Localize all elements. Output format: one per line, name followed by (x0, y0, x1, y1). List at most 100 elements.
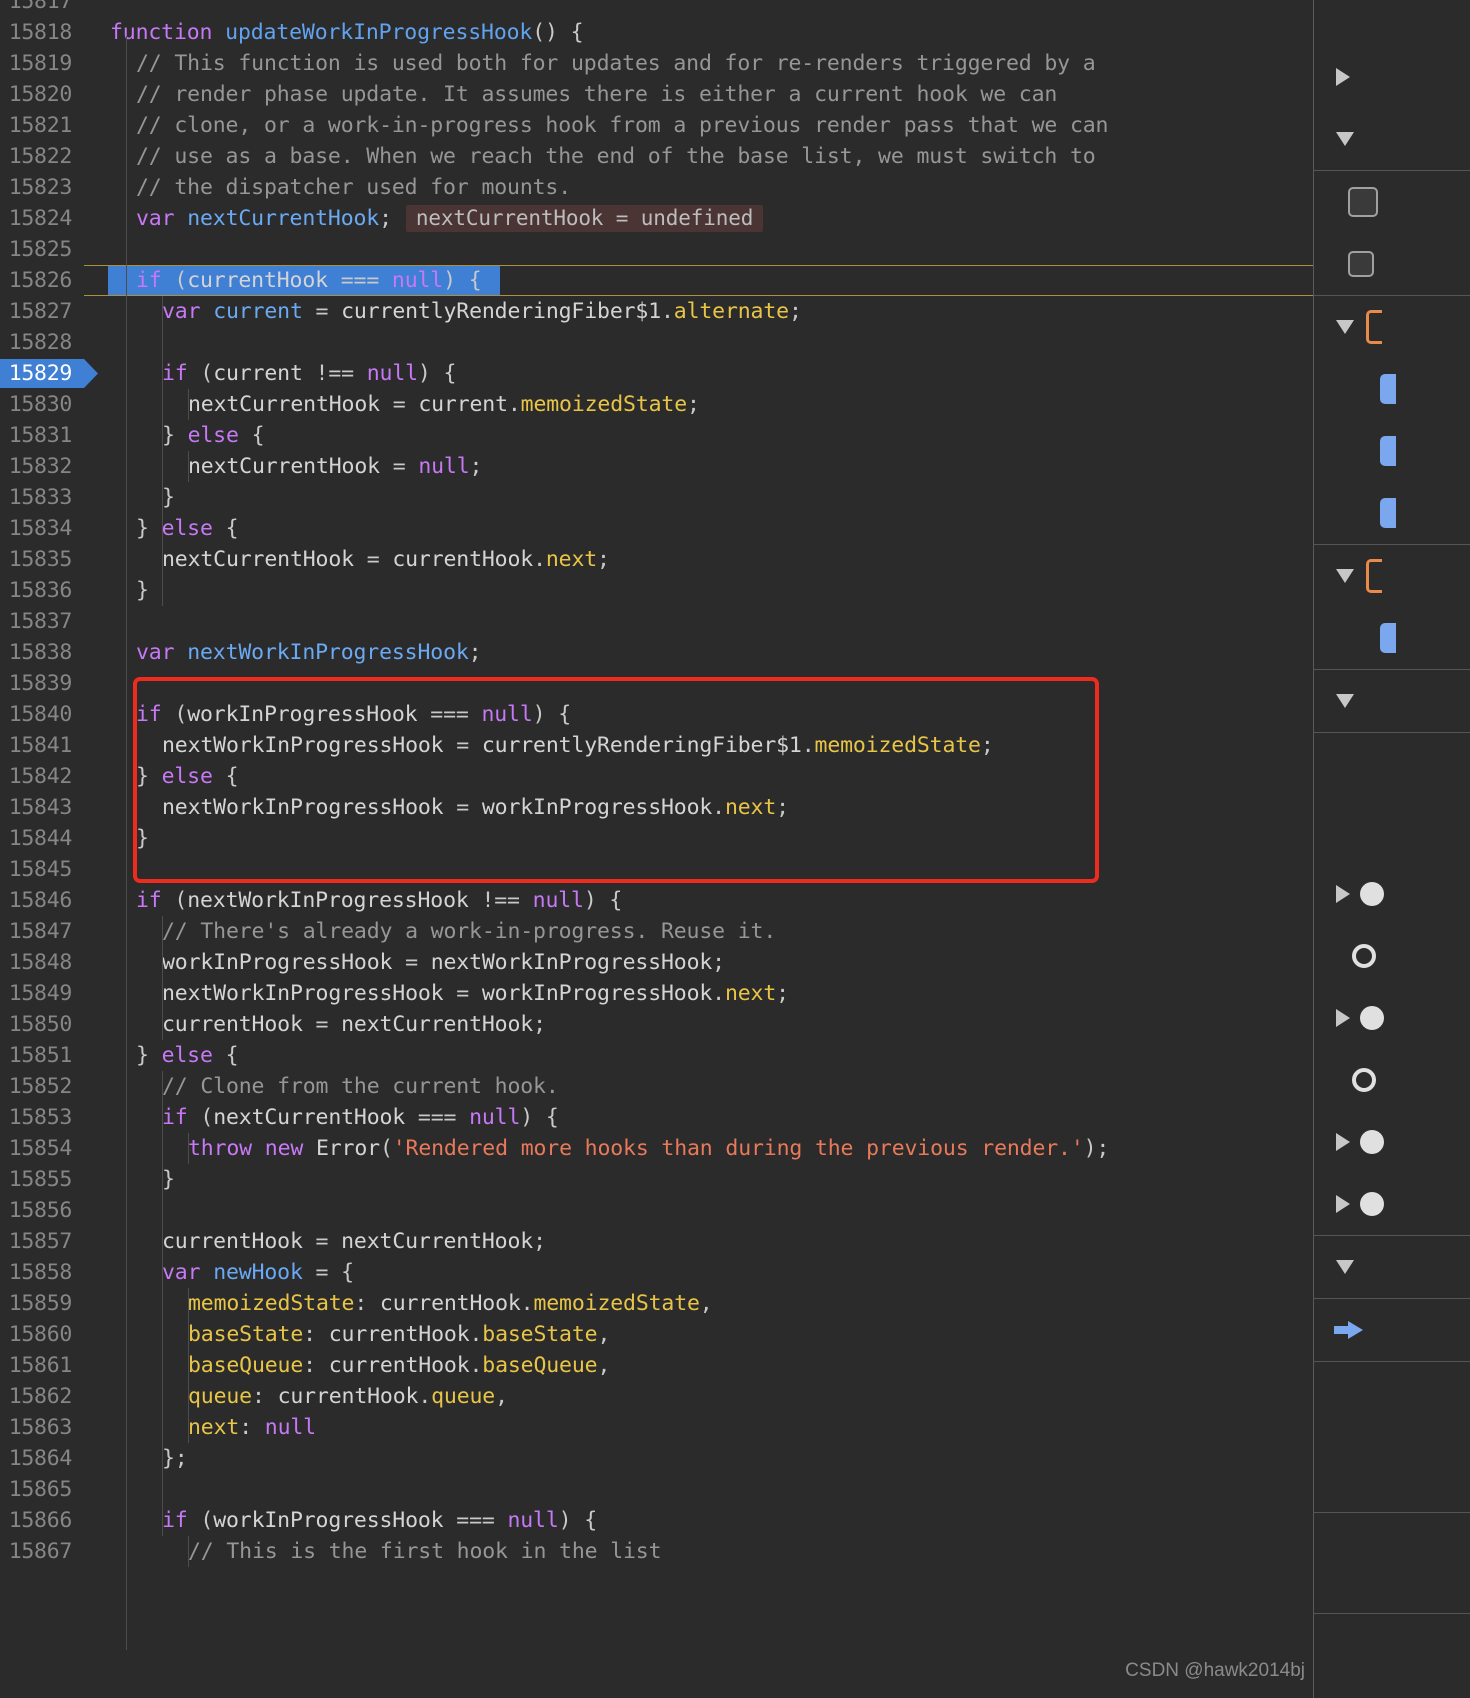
panel-row-collapse[interactable] (1314, 108, 1470, 170)
line-number[interactable]: 15827 (0, 296, 84, 327)
line-number[interactable]: 15849 (0, 978, 84, 1009)
code-line[interactable]: 15834} else { (0, 513, 1313, 544)
line-number[interactable]: 15834 (0, 513, 84, 544)
panel-section-scope-1[interactable] (1314, 296, 1470, 545)
line-number[interactable]: 15864 (0, 1443, 84, 1474)
code-text[interactable]: nextWorkInProgressHook = workInProgressH… (84, 792, 1313, 823)
code-text[interactable] (84, 1474, 1313, 1505)
checkbox-icon[interactable] (1348, 187, 1378, 217)
line-number[interactable]: 15840 (0, 699, 84, 730)
line-number[interactable]: 15829 (0, 358, 84, 389)
code-line[interactable]: 15821 // clone, or a work-in-progress hoo… (0, 110, 1313, 141)
code-text[interactable]: if (nextWorkInProgressHook !== null) { (84, 885, 1313, 916)
code-text[interactable]: // This function is used both for update… (84, 48, 1313, 79)
code-line[interactable]: 15854 throw new Error('Rendered more hook… (0, 1133, 1313, 1164)
code-text[interactable]: } else { (84, 761, 1313, 792)
code-line[interactable]: 15837 (0, 606, 1313, 637)
panel-section-checkboxes[interactable] (1314, 171, 1470, 296)
code-text[interactable]: // use as a base. When we reach the end … (84, 141, 1313, 172)
code-line[interactable]: 15846 if (nextWorkInProgressHook !== null… (0, 885, 1313, 916)
panel-row-scope-header-3[interactable] (1314, 670, 1470, 732)
code-line[interactable]: 15818 function updateWorkInProgressHook()… (0, 17, 1313, 48)
code-text[interactable]: // clone, or a work-in-progress hook fro… (84, 110, 1313, 141)
code-text[interactable]: baseQueue: currentHook.baseQueue, (84, 1350, 1313, 1381)
line-number[interactable]: 15858 (0, 1257, 84, 1288)
line-number[interactable]: 15843 (0, 792, 84, 823)
line-number[interactable]: 15853 (0, 1102, 84, 1133)
code-line[interactable]: 15853 if (nextCurrentHook === null) { (0, 1102, 1313, 1133)
line-number[interactable]: 15841 (0, 730, 84, 761)
code-text[interactable]: var newHook = { (84, 1257, 1313, 1288)
line-number[interactable]: 15820 (0, 79, 84, 110)
panel-row-scope-header-1[interactable] (1314, 296, 1470, 358)
code-line[interactable]: 15841 nextWorkInProgressHook = currentlyR… (0, 730, 1313, 761)
code-line[interactable]: 15844} (0, 823, 1313, 854)
code-text[interactable]: // This is the first hook in the list (84, 1536, 1313, 1567)
line-number[interactable]: 15862 (0, 1381, 84, 1412)
line-number[interactable]: 15824 (0, 203, 84, 234)
line-number[interactable]: 15847 (0, 916, 84, 947)
panel-section-frames[interactable] (1314, 1362, 1470, 1513)
code-text[interactable]: } else { (84, 1040, 1313, 1071)
code-line[interactable]: 15824 var nextCurrentHook; nextCurrentHook… (0, 203, 1313, 234)
code-line[interactable]: 15827 var current = currentlyRenderingFib… (0, 296, 1313, 327)
panel-row-current-frame[interactable] (1314, 1299, 1470, 1361)
code-line[interactable]: 15862 queue: currentHook.queue, (0, 1381, 1313, 1412)
line-number[interactable]: 15839 (0, 668, 84, 699)
code-line[interactable]: 15830 nextCurrentHook = current.memoizedS… (0, 389, 1313, 420)
panel-row-checkbox-2[interactable] (1314, 233, 1470, 295)
line-number[interactable]: 15845 (0, 854, 84, 885)
panel-section-top[interactable] (1314, 0, 1470, 171)
code-text[interactable]: if (workInProgressHook === null) { (84, 1505, 1313, 1536)
code-text[interactable] (84, 1195, 1313, 1226)
code-line[interactable]: 15836} (0, 575, 1313, 606)
code-text[interactable]: // There's already a work-in-progress. R… (84, 916, 1313, 947)
code-text[interactable] (84, 327, 1313, 358)
panel-row-object-4[interactable] (1314, 1049, 1470, 1111)
triangle-right-icon[interactable] (1336, 68, 1350, 86)
panel-row-object-1[interactable] (1314, 863, 1470, 925)
code-text[interactable]: currentHook = nextCurrentHook; (84, 1226, 1313, 1257)
line-number[interactable]: 15830 (0, 389, 84, 420)
code-text[interactable]: if (currentHook === null) { (84, 265, 1313, 296)
code-line[interactable]: 15840 if (workInProgressHook === null) { (0, 699, 1313, 730)
code-text[interactable]: } (84, 575, 1313, 606)
line-number[interactable]: 15842 (0, 761, 84, 792)
code-line[interactable]: 15861 baseQueue: currentHook.baseQueue, (0, 1350, 1313, 1381)
code-line[interactable]: 15832 nextCurrentHook = null; (0, 451, 1313, 482)
code-text[interactable]: // Clone from the current hook. (84, 1071, 1313, 1102)
panel-section-objects[interactable] (1314, 863, 1470, 1236)
code-text[interactable]: nextWorkInProgressHook = currentlyRender… (84, 730, 1313, 761)
code-line[interactable]: 15858 var newHook = { (0, 1257, 1313, 1288)
code-line[interactable]: 15851} else { (0, 1040, 1313, 1071)
code-text[interactable]: nextCurrentHook = null; (84, 451, 1313, 482)
code-line[interactable]: 15826 if (currentHook === null) { (0, 265, 1313, 296)
code-line[interactable]: 15867 // This is the first hook in the li… (0, 1536, 1313, 1567)
line-number[interactable]: 15826 (0, 265, 84, 296)
code-line[interactable]: 15828 (0, 327, 1313, 358)
line-number[interactable]: 15856 (0, 1195, 84, 1226)
panel-row-expand[interactable] (1314, 46, 1470, 108)
code-text[interactable]: if (nextCurrentHook === null) { (84, 1102, 1313, 1133)
code-text[interactable] (84, 854, 1313, 885)
triangle-down-icon[interactable] (1336, 1260, 1354, 1274)
code-line[interactable]: 15845 (0, 854, 1313, 885)
panel-row-checkbox-1[interactable] (1314, 171, 1470, 233)
line-number[interactable]: 15825 (0, 234, 84, 265)
code-text[interactable]: queue: currentHook.queue, (84, 1381, 1313, 1412)
line-number[interactable]: 15861 (0, 1350, 84, 1381)
line-number[interactable]: 15851 (0, 1040, 84, 1071)
code-text[interactable] (84, 234, 1313, 265)
panel-section-scope-3[interactable] (1314, 670, 1470, 733)
code-text[interactable]: nextWorkInProgressHook = workInProgressH… (84, 978, 1313, 1009)
line-number[interactable]: 15844 (0, 823, 84, 854)
code-line[interactable]: 15829 if (current !== null) { (0, 358, 1313, 389)
panel-row-var-1[interactable] (1314, 358, 1470, 420)
line-number[interactable]: 15819 (0, 48, 84, 79)
code-text[interactable]: nextCurrentHook = current.memoizedState; (84, 389, 1313, 420)
code-line[interactable]: 15825 (0, 234, 1313, 265)
panel-section-frames-3[interactable] (1314, 1614, 1470, 1698)
code-text[interactable]: } (84, 482, 1313, 513)
code-text[interactable]: } else { (84, 513, 1313, 544)
line-number[interactable]: 15859 (0, 1288, 84, 1319)
